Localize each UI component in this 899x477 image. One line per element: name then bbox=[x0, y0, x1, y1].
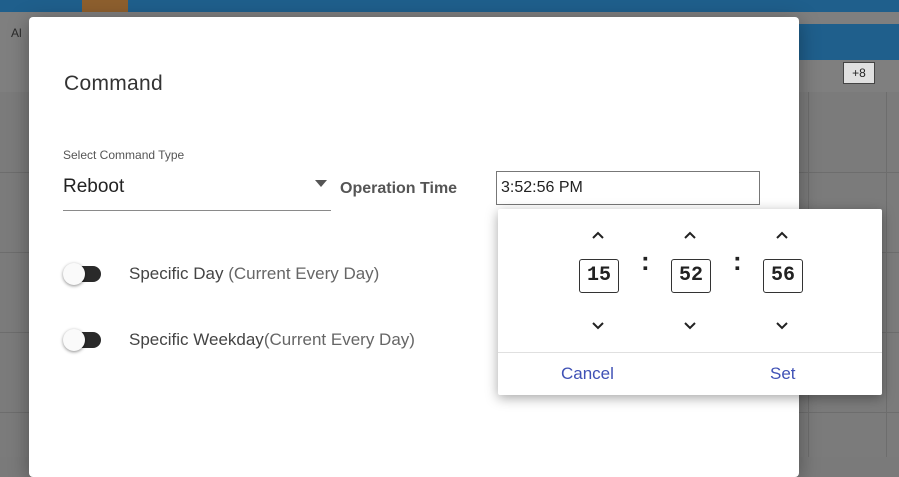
grid-line bbox=[886, 92, 887, 457]
hours-field[interactable]: 15 bbox=[579, 259, 619, 293]
time-separator: : bbox=[641, 246, 650, 276]
app-top-strip bbox=[0, 0, 899, 12]
specific-weekday-toggle[interactable] bbox=[63, 329, 101, 351]
specific-day-toggle[interactable] bbox=[63, 263, 101, 285]
specific-day-label: Specific Day (Current Every Day) bbox=[129, 264, 379, 284]
app-blue-bar bbox=[798, 24, 899, 60]
specific-weekday-label: Specific Weekday(Current Every Day) bbox=[129, 330, 415, 350]
specific-weekday-sub: (Current Every Day) bbox=[263, 330, 415, 349]
specific-weekday-title: Specific Weekday bbox=[129, 330, 264, 349]
specific-day-sub: (Current Every Day) bbox=[223, 264, 380, 283]
minutes-down-chevron-icon[interactable] bbox=[680, 316, 700, 336]
minutes-column: 52 bbox=[660, 209, 720, 349]
more-badge[interactable]: +8 bbox=[843, 62, 875, 84]
specific-day-title: Specific Day bbox=[129, 264, 224, 283]
minutes-up-chevron-icon[interactable] bbox=[680, 225, 700, 245]
app-label-fragment: Al bbox=[11, 26, 22, 40]
dialog-title: Command bbox=[64, 72, 163, 95]
toggle-knob bbox=[63, 329, 85, 351]
cancel-button[interactable]: Cancel bbox=[561, 364, 614, 384]
hours-down-chevron-icon[interactable] bbox=[588, 316, 608, 336]
operation-time-input[interactable] bbox=[496, 171, 760, 205]
seconds-field[interactable]: 56 bbox=[763, 259, 803, 293]
minutes-field[interactable]: 52 bbox=[671, 259, 711, 293]
time-picker: 15 : 52 : 56 Cancel Set bbox=[498, 209, 882, 395]
hours-up-chevron-icon[interactable] bbox=[588, 225, 608, 245]
hours-column: 15 bbox=[568, 209, 628, 349]
set-button[interactable]: Set bbox=[770, 364, 796, 384]
command-type-value: Reboot bbox=[63, 176, 125, 197]
command-type-select[interactable]: Reboot bbox=[63, 170, 331, 211]
operation-time-label: Operation Time bbox=[340, 180, 458, 197]
dropdown-caret-icon bbox=[315, 180, 327, 187]
seconds-up-chevron-icon[interactable] bbox=[772, 225, 792, 245]
toggle-knob bbox=[63, 263, 85, 285]
seconds-down-chevron-icon[interactable] bbox=[772, 316, 792, 336]
picker-divider bbox=[498, 352, 882, 353]
time-separator: : bbox=[733, 246, 742, 276]
seconds-column: 56 bbox=[752, 209, 812, 349]
command-type-label: Select Command Type bbox=[63, 148, 185, 162]
